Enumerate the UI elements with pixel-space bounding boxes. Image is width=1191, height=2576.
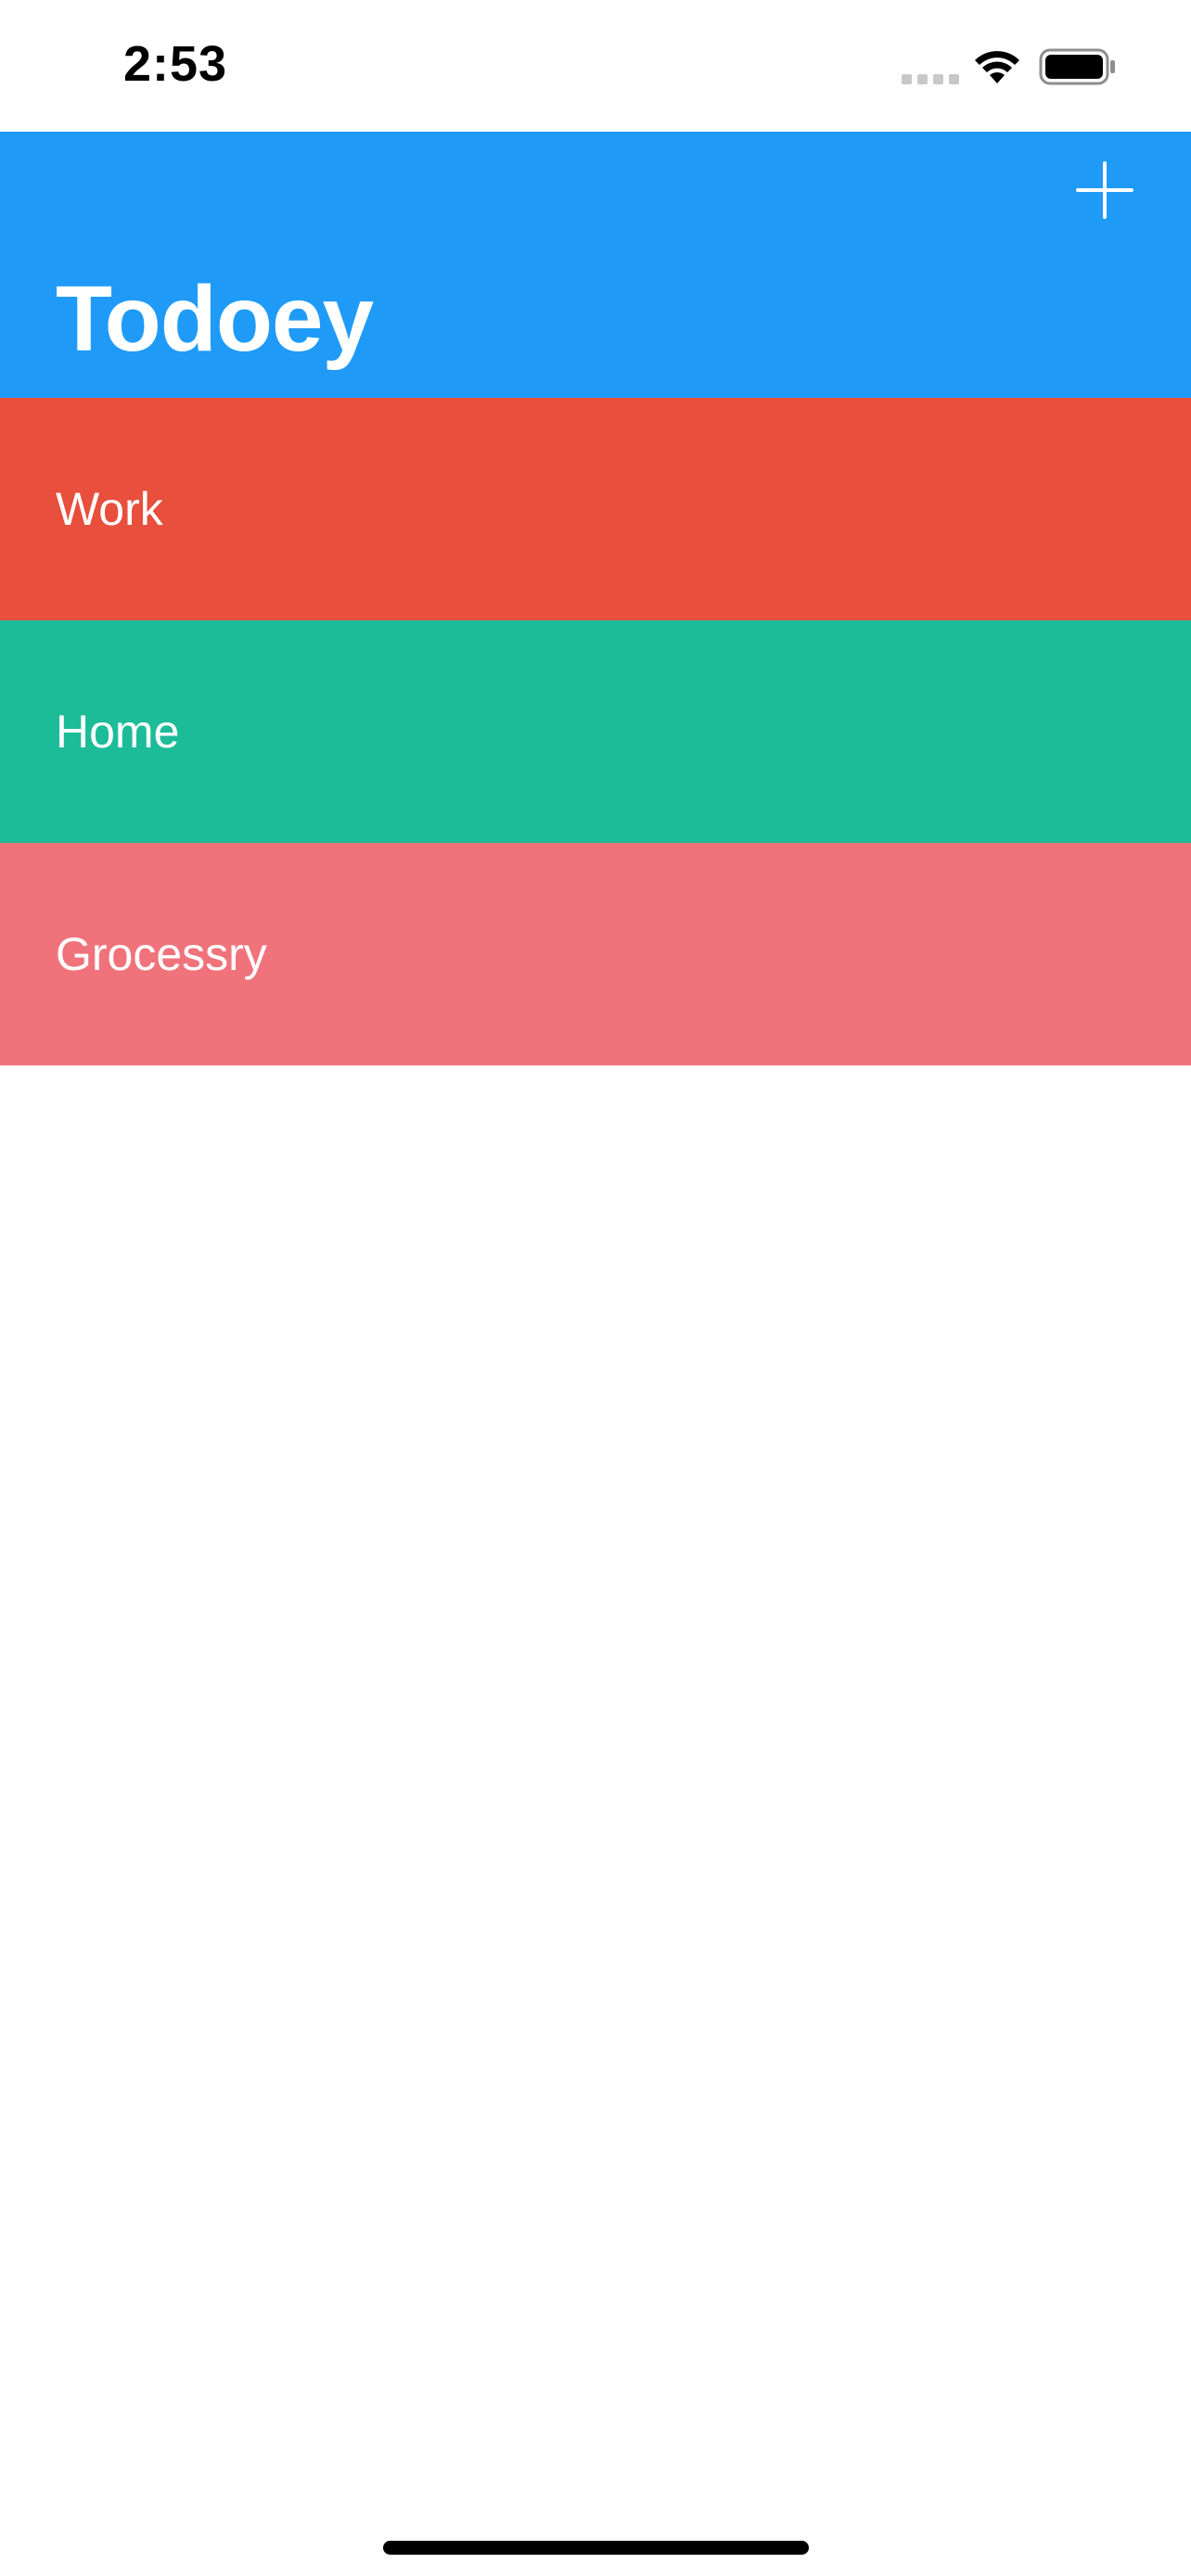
category-label: Home (56, 706, 180, 758)
navigation-bar: Todoey (0, 132, 1191, 398)
status-bar: 2:53 (0, 0, 1191, 132)
home-indicator (383, 2541, 809, 2555)
category-label: Grocessry (56, 928, 267, 980)
battery-icon (1039, 48, 1115, 85)
category-row-groceries[interactable]: Grocessry (0, 843, 1191, 1065)
category-label: Work (56, 483, 163, 535)
app-screen: 2:53 Todoey Work Home Grocessry (0, 0, 1191, 2576)
page-title: Todoey (56, 267, 374, 371)
add-category-button[interactable] (1074, 159, 1135, 221)
category-list: Work Home Grocessry (0, 398, 1191, 1065)
cellular-signal-icon (902, 74, 959, 84)
category-row-home[interactable]: Home (0, 620, 1191, 843)
status-time: 2:53 (123, 36, 228, 92)
category-row-work[interactable]: Work (0, 398, 1191, 620)
wifi-icon (975, 51, 1019, 83)
